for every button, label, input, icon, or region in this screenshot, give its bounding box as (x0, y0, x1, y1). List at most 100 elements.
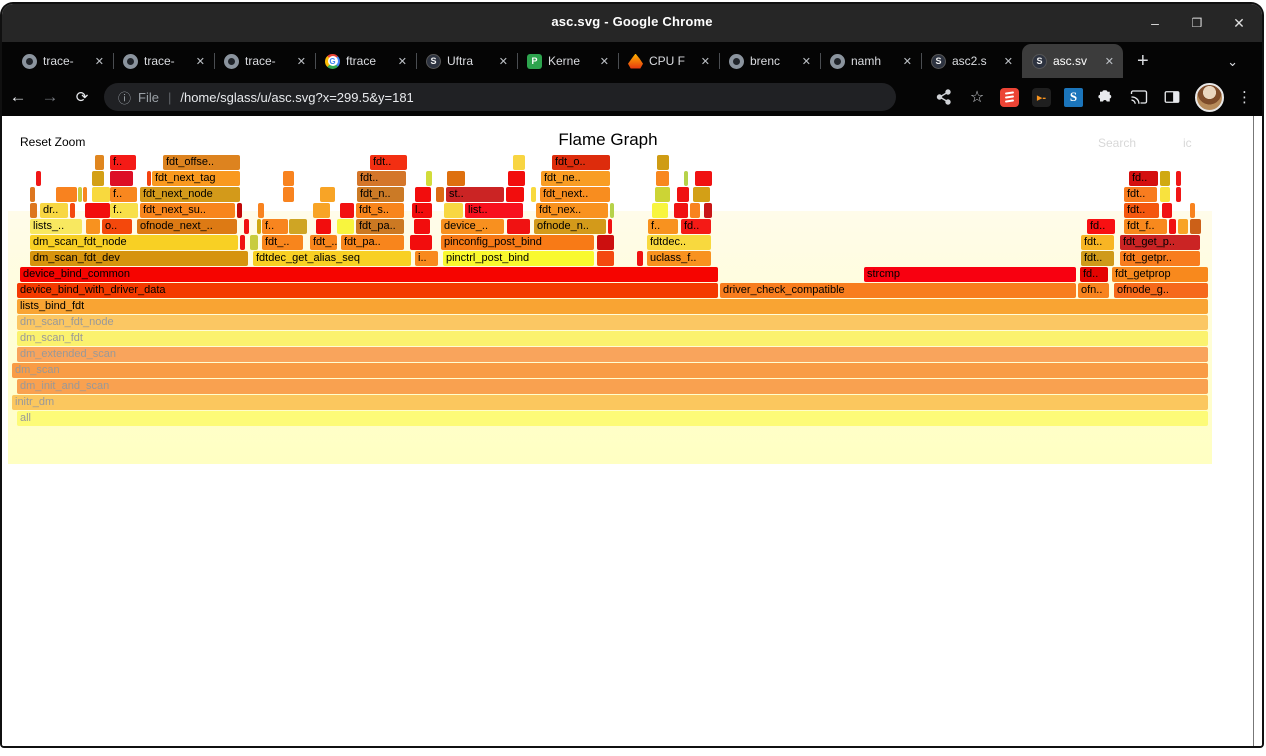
flame-frame[interactable] (110, 171, 133, 186)
search-button[interactable]: Search (1098, 136, 1136, 150)
flame-frame[interactable] (30, 203, 37, 218)
flame-frame-fdt_f[interactable]: fdt_f.. (1124, 219, 1167, 234)
flame-frame-fd[interactable]: fd.. (1080, 267, 1108, 282)
flame-frame-f[interactable]: f.. (110, 187, 137, 202)
tab-trace-[interactable]: trace-✕ (214, 44, 315, 78)
flame-frame[interactable] (597, 235, 614, 250)
flame-frame-fd[interactable]: fd.. (1129, 171, 1158, 186)
flame-frame-fdtdec_get_alias_seq[interactable]: fdtdec_get_alias_seq (253, 251, 411, 266)
tab-close-icon[interactable]: ✕ (496, 54, 511, 69)
flame-frame[interactable] (258, 203, 264, 218)
flame-frame[interactable] (257, 219, 261, 234)
tab-asc-sv[interactable]: Sasc.sv✕ (1022, 44, 1123, 78)
maximize-button[interactable]: ❒ (1188, 16, 1206, 30)
flame-frame[interactable] (92, 187, 110, 202)
flame-frame-dm_init_and_scan[interactable]: dm_init_and_scan (17, 379, 1208, 394)
flame-frame[interactable] (1162, 203, 1172, 218)
flame-frame[interactable] (92, 171, 104, 186)
minimize-button[interactable]: – (1146, 15, 1164, 31)
tab-brenc[interactable]: brenc✕ (719, 44, 820, 78)
flame-frame[interactable] (1176, 171, 1181, 186)
flame-frame-dm_scan_fdt_dev[interactable]: dm_scan_fdt_dev (30, 251, 248, 266)
flame-frame[interactable] (1178, 219, 1188, 234)
extension-dark-icon[interactable]: ▸- (1032, 88, 1051, 107)
flame-frame-fdt[interactable]: fdt.. (1124, 203, 1159, 218)
url-text[interactable]: /home/sglass/u/asc.svg?x=299.5&y=181 (180, 90, 413, 105)
flame-frame-fdt_pa[interactable]: fdt_pa.. (356, 219, 404, 234)
flame-frame-dm_scan_fdt_node[interactable]: dm_scan_fdt_node (30, 235, 238, 250)
extensions-puzzle-icon[interactable] (1096, 87, 1116, 107)
flame-frame-f[interactable]: f.. (110, 155, 136, 170)
flame-frame[interactable] (78, 187, 82, 202)
flame-frame[interactable] (690, 203, 700, 218)
flame-frame-all[interactable]: all (17, 411, 1208, 426)
flame-frame[interactable] (426, 171, 432, 186)
flame-frame-dm_extended_scan[interactable]: dm_extended_scan (17, 347, 1208, 362)
close-button[interactable]: ✕ (1230, 15, 1248, 32)
flame-frame-pinconfig_post_bind[interactable]: pinconfig_post_bind (441, 235, 594, 250)
flame-frame[interactable] (83, 187, 87, 202)
flame-frame-list[interactable]: list.. (465, 203, 523, 218)
flame-frame-fdt_get_p[interactable]: fdt_get_p.. (1120, 235, 1200, 250)
flame-frame[interactable] (506, 187, 524, 202)
tab-close-icon[interactable]: ✕ (92, 54, 107, 69)
flame-frame-fdt_offse[interactable]: fdt_offse.. (163, 155, 240, 170)
flame-frame[interactable] (513, 155, 525, 170)
flame-frame-fdtdec[interactable]: fdtdec.. (647, 235, 711, 250)
flame-frame[interactable] (677, 187, 689, 202)
flame-frame-dr[interactable]: dr.. (40, 203, 68, 218)
flame-frame-fdt[interactable]: fdt.. (370, 155, 407, 170)
tab-search-chevron-icon[interactable]: ⌄ (1227, 54, 1238, 70)
side-panel-icon[interactable] (1162, 87, 1182, 107)
flame-frame[interactable] (704, 203, 712, 218)
flame-frame[interactable] (436, 187, 444, 202)
flame-frame-i[interactable]: i.. (415, 251, 438, 266)
tab-cpu-f[interactable]: CPU F✕ (618, 44, 719, 78)
flame-frame[interactable] (637, 251, 643, 266)
page-info-icon[interactable]: ⓘ (118, 88, 131, 107)
flame-frame[interactable] (250, 235, 258, 250)
bookmark-star-icon[interactable]: ☆ (967, 87, 987, 107)
flame-frame-dm_scan_fdt_node[interactable]: dm_scan_fdt_node (17, 315, 1208, 330)
flame-frame[interactable] (316, 219, 331, 234)
flame-frame-strcmp[interactable]: strcmp (864, 267, 1076, 282)
tab-uftra[interactable]: SUftra✕ (416, 44, 517, 78)
flame-frame-driver_check_compatible[interactable]: driver_check_compatible (720, 283, 1076, 298)
flame-frame-device_[interactable]: device_.. (441, 219, 504, 234)
tab-ftrace[interactable]: ftrace✕ (315, 44, 416, 78)
flame-frame-fdt_n[interactable]: fdt_n.. (357, 187, 404, 202)
extension-todoist-icon[interactable] (1000, 88, 1019, 107)
flame-frame[interactable] (1176, 187, 1181, 202)
flame-frame[interactable] (36, 171, 41, 186)
flame-frame-fdt_getpr[interactable]: fdt_getpr.. (1120, 251, 1200, 266)
tab-close-icon[interactable]: ✕ (1102, 54, 1117, 69)
flame-frame-fdt_nex[interactable]: fdt_nex.. (536, 203, 608, 218)
new-tab-button[interactable]: + (1137, 50, 1149, 73)
flame-frame[interactable] (313, 203, 330, 218)
flame-frame-f[interactable]: f.. (648, 219, 678, 234)
flame-frame-fdt[interactable]: fdt.. (1124, 187, 1157, 202)
flame-frame-ofnode_n[interactable]: ofnode_n.. (534, 219, 606, 234)
flame-frame[interactable] (656, 171, 669, 186)
flame-frame-dm_scan[interactable]: dm_scan (12, 363, 1208, 378)
flame-frame[interactable] (147, 171, 151, 186)
flame-frame-f[interactable]: f.. (110, 203, 138, 218)
tab-asc2-s[interactable]: Sasc2.s✕ (921, 44, 1022, 78)
flame-frame-pinctrl_post_bind[interactable]: pinctrl_post_bind (443, 251, 594, 266)
flame-frame[interactable] (693, 187, 710, 202)
tab-namh[interactable]: namh✕ (820, 44, 921, 78)
flame-frame-l[interactable]: l.. (412, 203, 432, 218)
tab-close-icon[interactable]: ✕ (193, 54, 208, 69)
scrollbar[interactable] (1253, 116, 1254, 746)
flame-frame[interactable] (244, 219, 249, 234)
tab-close-icon[interactable]: ✕ (1001, 54, 1016, 69)
flame-frame-fdt_next_node[interactable]: fdt_next_node (140, 187, 240, 202)
flame-frame-fdt_[interactable]: fdt_.. (310, 235, 337, 250)
flame-frame-o[interactable]: o.. (102, 219, 132, 234)
flame-frame[interactable] (447, 171, 465, 186)
flame-frame-fdt[interactable]: fdt.. (1081, 235, 1114, 250)
flame-frame[interactable] (1169, 219, 1176, 234)
flame-frame[interactable] (415, 187, 431, 202)
flame-frame[interactable] (597, 251, 614, 266)
cast-icon[interactable] (1129, 87, 1149, 107)
